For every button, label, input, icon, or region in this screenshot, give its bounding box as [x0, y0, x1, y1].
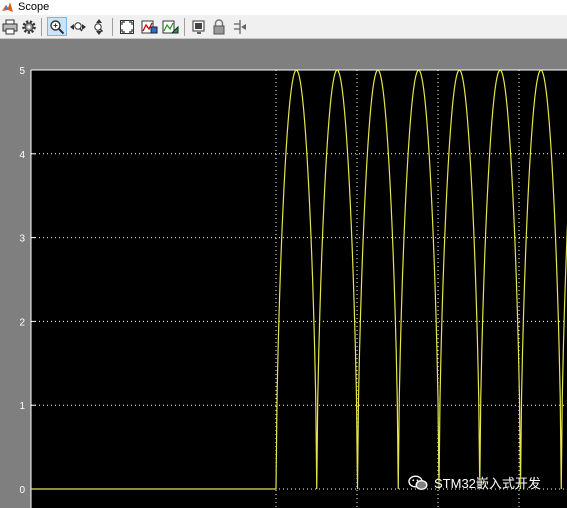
autoscale-button[interactable] — [117, 17, 137, 36]
zoom-in-button[interactable] — [47, 17, 67, 36]
signal-selection-icon — [234, 19, 246, 34]
y-tick-label: 2 — [19, 317, 25, 328]
y-tick-label: 1 — [19, 401, 25, 412]
scope-axes[interactable]: 0 1 2 3 4 5 — [0, 39, 567, 508]
axes-background — [31, 70, 567, 508]
print-icon — [2, 19, 18, 34]
floating-scope-button[interactable] — [189, 17, 209, 36]
title-bar: Scope — [0, 0, 567, 15]
toolbar-separator — [184, 18, 185, 36]
restore-axes-settings-icon — [162, 20, 178, 33]
save-axes-settings-button[interactable] — [139, 17, 159, 36]
toolbar-separator — [112, 18, 113, 36]
lock-axes-button[interactable] — [209, 17, 229, 36]
autoscale-icon — [120, 19, 134, 34]
zoom-y-button[interactable] — [89, 17, 109, 36]
matlab-icon — [2, 2, 13, 12]
scope-plot-area: 0 1 2 3 4 5 — [0, 39, 567, 508]
parameters-button[interactable] — [19, 17, 39, 36]
zoom-y-icon — [94, 18, 104, 35]
print-button[interactable] — [0, 17, 20, 36]
signal-selection-button[interactable] — [230, 17, 250, 36]
zoom-x-icon — [70, 21, 86, 31]
floating-scope-icon — [192, 20, 205, 34]
restore-axes-settings-button[interactable] — [160, 17, 180, 36]
watermark: STM32嵌入式开发 — [408, 473, 541, 492]
y-tick-label: 5 — [19, 66, 25, 77]
toolbar — [0, 15, 567, 39]
y-tick-label: 0 — [19, 485, 25, 496]
zoom-in-icon — [50, 19, 65, 34]
zoom-x-button[interactable] — [68, 17, 88, 36]
y-tick-label: 3 — [19, 234, 25, 245]
save-axes-settings-icon — [141, 20, 157, 33]
wechat-icon — [408, 474, 428, 490]
watermark-text: STM32嵌入式开发 — [434, 476, 541, 491]
y-tick-label: 4 — [19, 150, 25, 161]
window-title: Scope — [18, 1, 50, 13]
parameters-gear-icon — [22, 19, 36, 34]
toolbar-separator — [41, 18, 42, 36]
lock-axes-icon — [213, 18, 225, 34]
